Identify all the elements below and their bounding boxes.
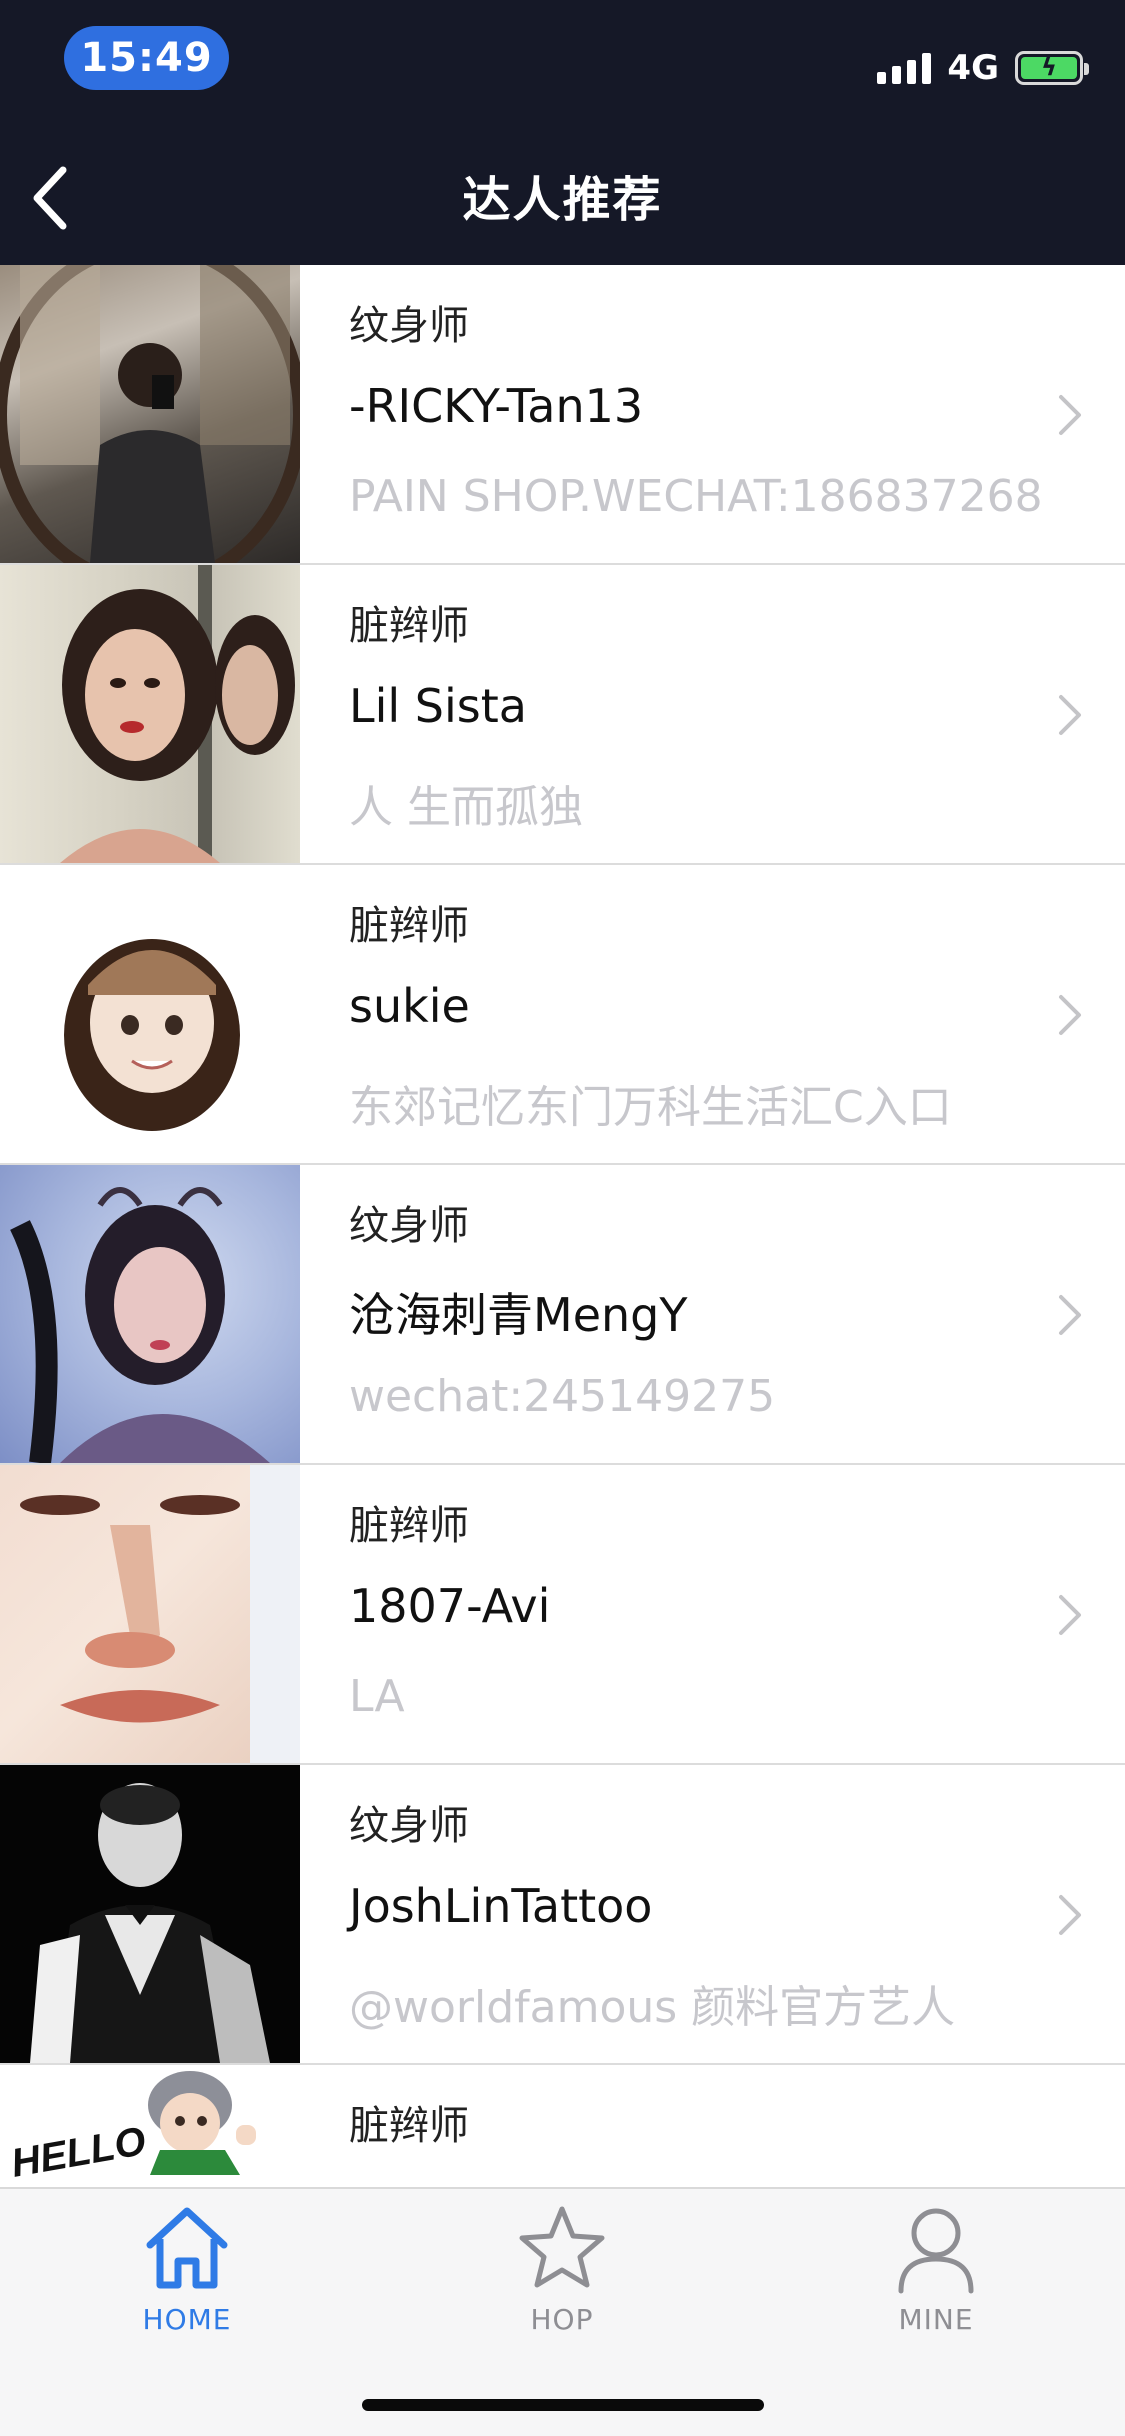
person-icon (898, 2208, 974, 2294)
network-type: 4G (947, 48, 999, 88)
home-icon (146, 2207, 228, 2289)
avatar (0, 865, 300, 1163)
chevron-right-icon (1059, 695, 1081, 735)
chevron-right-icon (1059, 1295, 1081, 1335)
row-description: 人 生而孤独 (349, 782, 583, 833)
battery-icon: ϟ (1015, 51, 1089, 85)
expert-list: 纹身师 -RICKY-Tan13 PAIN SHOP.WECHAT:186837… (0, 265, 1125, 2187)
list-item[interactable]: 脏辫师 1807-Avi LA (0, 1465, 1125, 1765)
row-role: 纹身师 (349, 303, 469, 349)
tab-bar: HOME HOP MINE (0, 2187, 1125, 2436)
row-description: @worldfamous 颜料官方艺人 (349, 1982, 956, 2033)
status-indicators: 4G ϟ (877, 44, 1089, 92)
home-indicator (362, 2399, 764, 2411)
chevron-right-icon (1059, 1595, 1081, 1635)
row-role: 脏辫师 (349, 2103, 469, 2149)
list-item[interactable]: 纹身师 沧海刺青MengY wechat:245149275 (0, 1165, 1125, 1465)
tab-home-label: HOME (142, 2303, 232, 2336)
row-description: PAIN SHOP.WECHAT:186837268 (349, 471, 1043, 522)
row-name: -RICKY-Tan13 (349, 379, 644, 433)
avatar (0, 565, 300, 863)
list-item[interactable]: 纹身师 -RICKY-Tan13 PAIN SHOP.WECHAT:186837… (0, 265, 1125, 565)
row-name: JoshLinTattoo (349, 1879, 653, 1933)
tab-hop[interactable]: HOP (462, 2199, 662, 2349)
avatar: HELLO (0, 2065, 300, 2187)
list-item[interactable]: 纹身师 JoshLinTattoo @worldfamous 颜料官方艺人 (0, 1765, 1125, 2065)
star-icon (519, 2206, 605, 2288)
avatar (0, 1765, 300, 2063)
row-name: 1807-Avi (349, 1579, 551, 1633)
avatar (0, 1465, 300, 1763)
nav-bar: 15:49 4G ϟ 达人推荐 (0, 0, 1125, 265)
row-role: 脏辫师 (349, 603, 469, 649)
thumb-hello-text: HELLO (8, 2119, 149, 2186)
page-title: 达人推荐 (462, 172, 663, 228)
row-role: 脏辫师 (349, 1503, 469, 1549)
row-description: wechat:245149275 (349, 1371, 776, 1422)
row-name: 沧海刺青MengY (349, 1288, 688, 1342)
row-role: 脏辫师 (349, 903, 469, 949)
row-role: 纹身师 (349, 1803, 469, 1849)
avatar (0, 1165, 300, 1463)
chevron-right-icon (1059, 1895, 1081, 1935)
tab-mine-label: MINE (898, 2303, 974, 2336)
chevron-right-icon (1059, 395, 1081, 435)
tab-mine[interactable]: MINE (836, 2199, 1036, 2349)
row-role: 纹身师 (349, 1203, 469, 1249)
tab-hop-label: HOP (530, 2303, 594, 2336)
row-description: LA (349, 1671, 405, 1722)
avatar (0, 265, 300, 563)
chevron-right-icon (1059, 995, 1081, 1035)
list-item[interactable]: HELLO 脏辫师 (0, 2065, 1125, 2187)
signal-icon (877, 52, 932, 84)
row-description: 东郊记忆东门万科生活汇C入口 (349, 1082, 952, 1133)
row-name: Lil Sista (349, 679, 527, 733)
status-time: 15:49 (64, 26, 229, 90)
row-name: sukie (349, 979, 470, 1033)
list-item[interactable]: 脏辫师 sukie 东郊记忆东门万科生活汇C入口 (0, 865, 1125, 1165)
list-item[interactable]: 脏辫师 Lil Sista 人 生而孤独 (0, 565, 1125, 865)
tab-home[interactable]: HOME (87, 2199, 287, 2349)
